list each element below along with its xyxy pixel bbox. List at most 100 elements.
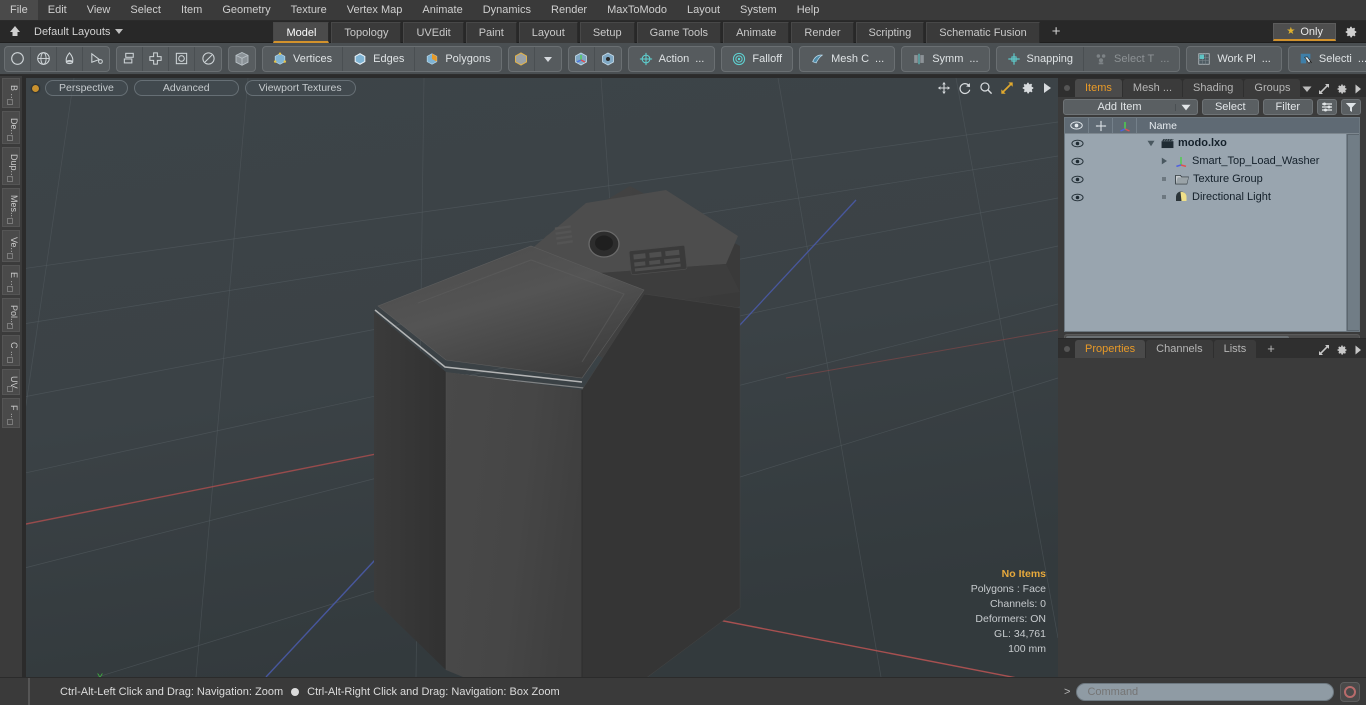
panel-tab-properties[interactable]: Properties [1075,340,1146,358]
mesh-constraint[interactable]: Mesh C ... [800,47,894,71]
tab-render[interactable]: Render [791,21,854,43]
menu-item-select[interactable]: Select [120,0,171,20]
list-options-icon[interactable] [1317,99,1337,115]
filter-button[interactable]: Filter [1262,99,1313,115]
eye-icon[interactable] [1065,175,1089,184]
viewport-3d[interactable]: Y X Z Perspective Advanced Viewport Text… [26,78,1058,677]
panel-tab-items[interactable]: Items [1075,79,1122,97]
center-pivot-icon[interactable] [595,47,621,71]
left-tab-basic[interactable]: B ... [2,78,20,109]
select-button[interactable]: Select [1201,99,1259,115]
mode-edges[interactable]: Edges [343,46,416,71]
left-tab-curve[interactable]: C ... [2,335,20,366]
left-tab-edge[interactable]: E ... [2,264,20,295]
menu-item-view[interactable]: View [77,0,121,20]
cut-icon[interactable] [83,47,109,71]
menu-item-layout[interactable]: Layout [677,0,730,20]
left-tab-mesh[interactable]: Mes... [2,188,20,227]
menu-item-file[interactable]: File [0,0,38,20]
tab-model[interactable]: Model [273,21,330,43]
table-row[interactable]: Smart_Top_Load_Washer [1065,152,1359,170]
falloff[interactable]: Falloff [722,47,792,71]
list-item[interactable]: Directional Light [1137,191,1271,203]
circle-icon[interactable] [5,46,31,71]
menu-item-edit[interactable]: Edit [38,0,77,20]
menu-item-texture[interactable]: Texture [281,0,337,20]
eye-icon[interactable] [1065,139,1089,148]
scrollbar-thumb[interactable] [1348,135,1359,331]
panel-tab-groups[interactable]: Groups [1244,79,1301,97]
chevron-right-icon[interactable] [1161,157,1171,165]
tab-animate[interactable]: Animate [723,21,790,43]
chevron-right-icon[interactable] [1354,84,1362,94]
snapping[interactable]: Snapping [997,46,1085,71]
tab-game-tools[interactable]: Game Tools [636,21,722,43]
selection-sets[interactable]: Selecti ... [1289,47,1366,71]
cube-icon[interactable] [509,46,535,71]
chevron-down-icon[interactable] [535,47,561,71]
item-list-vertical-scrollbar[interactable] [1346,134,1359,331]
viewport-projection[interactable]: Perspective [45,80,128,96]
tab-layout[interactable]: Layout [518,21,578,43]
gear-icon[interactable] [1336,344,1348,356]
table-row[interactable]: Texture Group [1065,170,1359,188]
eye-icon[interactable] [1065,193,1089,202]
list-item[interactable]: Texture Group [1137,173,1263,185]
record-icon[interactable] [1340,681,1360,702]
menu-item-geometry[interactable]: Geometry [212,0,280,20]
panel-add-tab-button[interactable]: + [1257,340,1285,358]
left-tab-duplicate[interactable]: Dup... [2,147,20,186]
tab-setup[interactable]: Setup [579,21,635,43]
tab-uvedit[interactable]: UVEdit [403,21,464,43]
add-item-button[interactable]: Add Item [1063,99,1198,115]
cube-icon[interactable] [229,47,255,71]
work-plane[interactable]: Work Pl ... [1187,47,1280,71]
align-icon[interactable] [143,46,169,71]
menu-item-vertex-map[interactable]: Vertex Map [337,0,413,20]
menu-item-dynamics[interactable]: Dynamics [473,0,541,20]
left-tab-polygon[interactable]: Pol... [2,297,20,333]
menu-item-system[interactable]: System [730,0,787,20]
menu-item-render[interactable]: Render [541,0,597,20]
tab-scripting[interactable]: Scripting [855,21,925,43]
action-center[interactable]: Action ... [629,47,715,71]
panel-tab-mesh[interactable]: Mesh ... [1122,79,1183,97]
viewport-shading[interactable]: Advanced [133,80,239,96]
mode-vertices[interactable]: Vertices [263,46,344,71]
menu-item-maxtomodo[interactable]: MaxToModo [597,0,677,20]
pivot-icon[interactable] [569,46,595,71]
gear-icon[interactable] [1336,83,1348,95]
panel-tab-channels[interactable]: Channels [1146,340,1213,358]
radial-icon[interactable] [195,47,221,71]
tab-schematic-fusion[interactable]: Schematic Fusion [926,21,1040,43]
mirror-icon[interactable] [117,46,143,71]
globe-icon[interactable] [31,46,57,71]
chevron-down-icon[interactable] [1147,140,1157,147]
layout-selector[interactable]: Default Layouts [26,26,124,38]
home-icon[interactable] [4,22,26,42]
chevron-right-icon[interactable] [1354,345,1362,355]
gear-icon[interactable] [1340,25,1362,39]
left-tab-vertex[interactable]: Ve... [2,229,20,262]
tab-topology[interactable]: Topology [331,21,402,43]
viewport-canvas[interactable]: Y X Z [26,78,1058,677]
filter-funnel-icon[interactable] [1341,99,1361,115]
table-row[interactable]: Directional Light [1065,188,1359,206]
menu-item-animate[interactable]: Animate [412,0,472,20]
expand-icon[interactable] [1318,83,1330,95]
item-list[interactable]: Name modo.lxo Smart_Top_Load_Washer Text… [1064,117,1360,332]
left-tab-uv[interactable]: UV [2,368,20,396]
table-row[interactable]: modo.lxo [1065,134,1359,152]
list-item[interactable]: modo.lxo [1137,137,1227,149]
viewport-textures[interactable]: Viewport Textures [244,80,356,96]
only-button[interactable]: ★ Only [1273,23,1336,41]
add-tab-button[interactable]: + [1042,22,1071,43]
left-tab-deform[interactable]: De... [2,111,20,145]
select-through[interactable]: Select T ... [1084,47,1179,71]
menu-item-help[interactable]: Help [787,0,830,20]
panel-tab-lists[interactable]: Lists [1213,340,1257,358]
eye-icon[interactable] [1065,157,1089,166]
chevron-down-icon[interactable] [1174,103,1197,111]
chevron-down-icon[interactable] [1302,85,1312,93]
center-icon[interactable] [169,46,195,71]
